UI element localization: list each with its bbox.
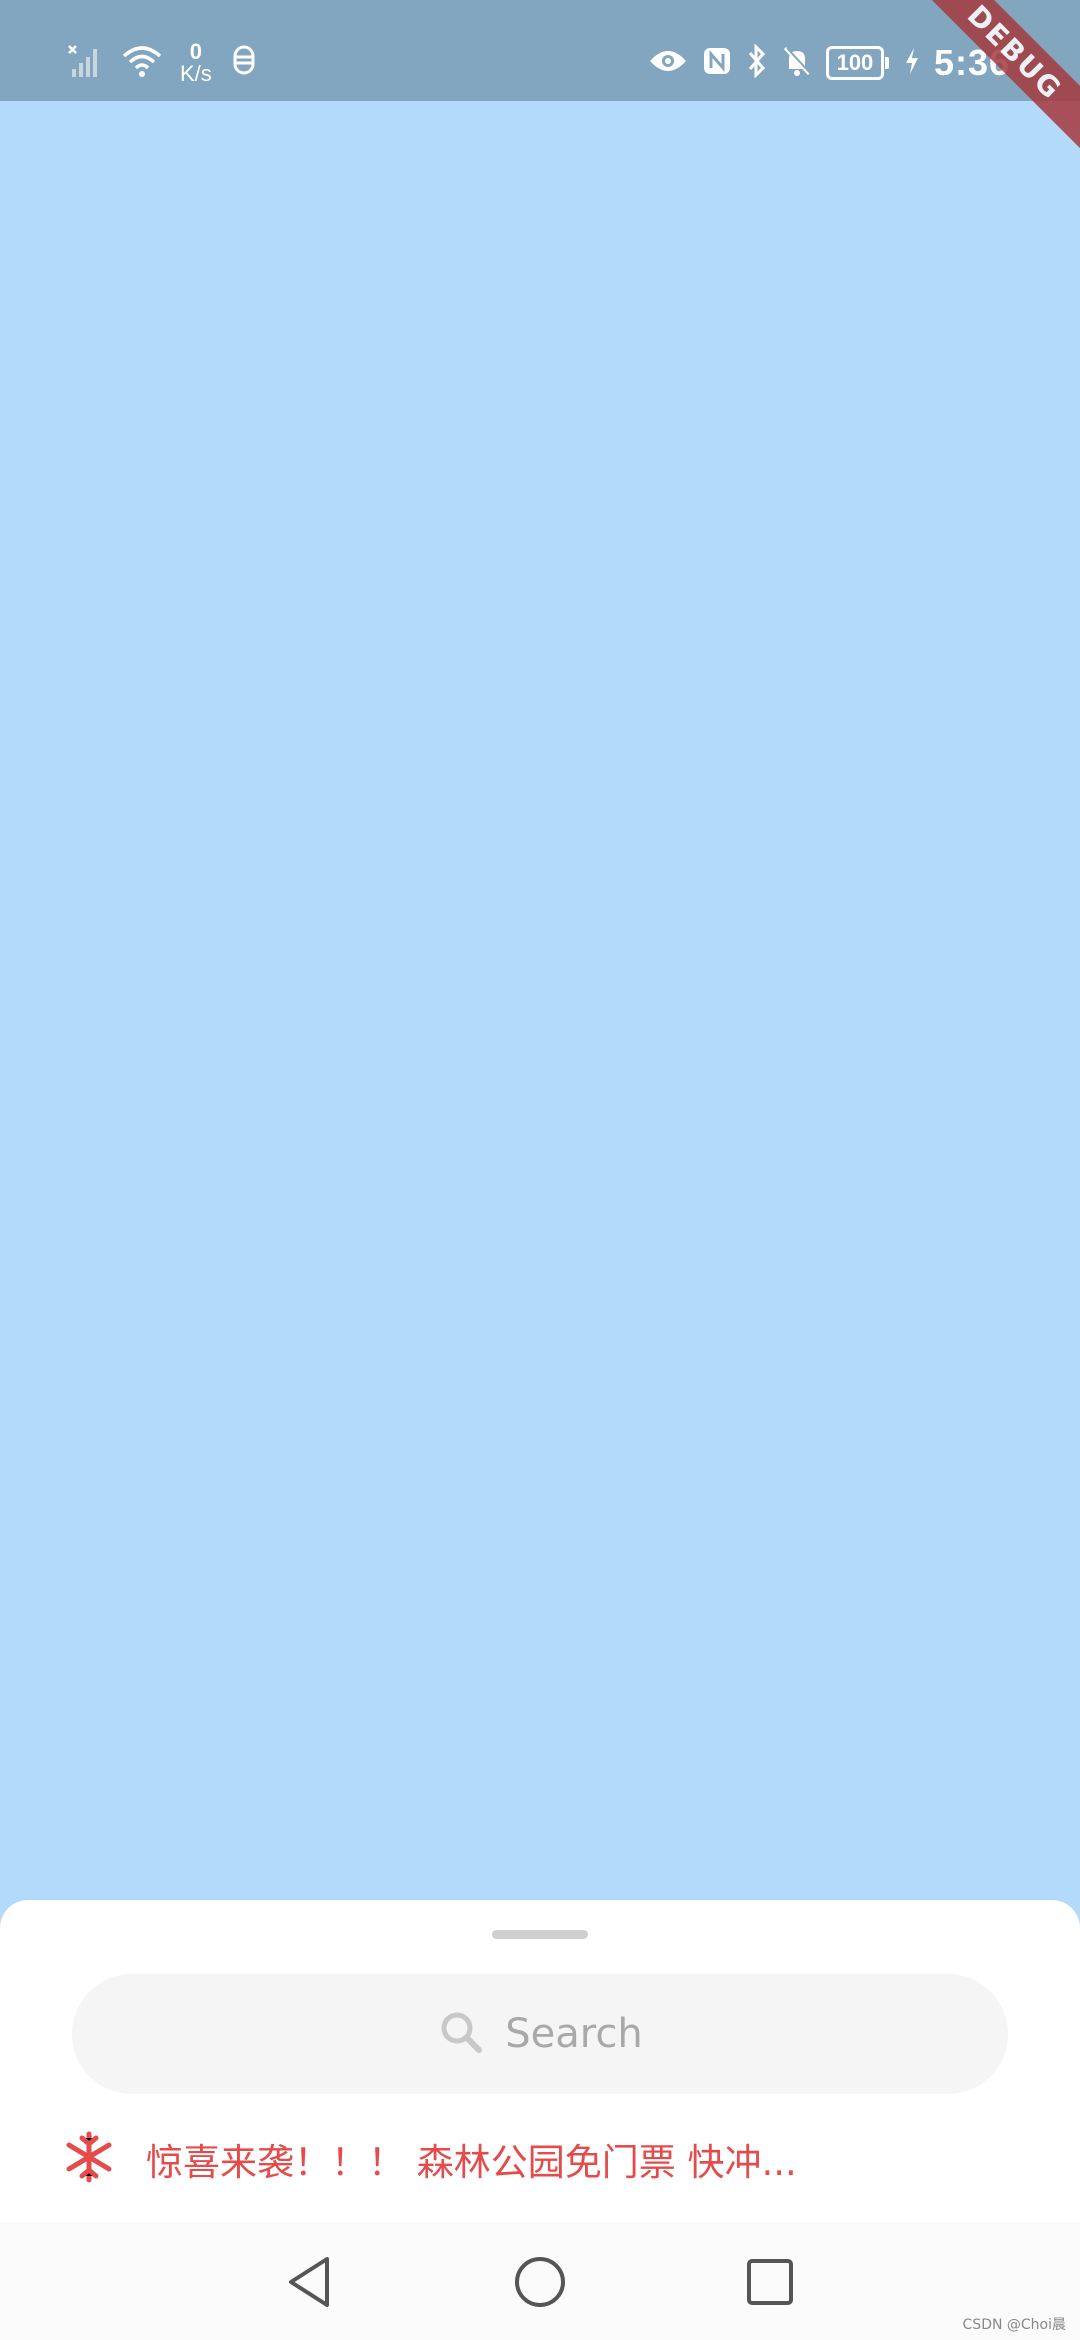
net-speed-unit: K/s bbox=[180, 61, 212, 86]
snowflake-icon bbox=[62, 2130, 116, 2188]
wifi-icon bbox=[122, 44, 162, 82]
net-speed: 0 K/s bbox=[180, 41, 212, 85]
bluetooth-icon bbox=[746, 43, 768, 82]
promo-text: 惊喜来袭！！！ 森林公园免门票 快冲... bbox=[146, 2141, 797, 2184]
search-placeholder: Search bbox=[505, 2011, 643, 2057]
search-input[interactable]: Search bbox=[72, 1974, 1008, 2094]
net-speed-value: 0 bbox=[189, 39, 203, 64]
battery-icon: 100 bbox=[825, 46, 889, 80]
status-bar-right: 100 5:36 bbox=[648, 38, 1010, 88]
charging-icon bbox=[904, 46, 920, 80]
status-bar: 0 K/s 100 5:36 bbox=[0, 0, 1080, 101]
search-icon bbox=[437, 2008, 485, 2060]
watermark: CSDN @Choi晨 bbox=[962, 2317, 1066, 2333]
recents-icon[interactable] bbox=[740, 2252, 800, 2312]
signal-off-icon bbox=[68, 43, 104, 83]
map-content-area[interactable] bbox=[0, 101, 1080, 1900]
system-nav-bar: CSDN @Choi晨 bbox=[0, 2222, 1080, 2340]
promo-banner[interactable]: 惊喜来袭！！！ 森林公园免门票 快冲... bbox=[62, 2124, 797, 2194]
status-bar-left: 0 K/s bbox=[68, 38, 258, 88]
notification-app-icon bbox=[230, 43, 258, 83]
back-icon[interactable] bbox=[280, 2252, 340, 2312]
nfc-icon bbox=[702, 46, 732, 80]
drag-handle[interactable] bbox=[492, 1930, 588, 1939]
eye-icon bbox=[648, 47, 688, 79]
bell-off-icon bbox=[782, 45, 812, 81]
home-icon[interactable] bbox=[510, 2252, 570, 2312]
